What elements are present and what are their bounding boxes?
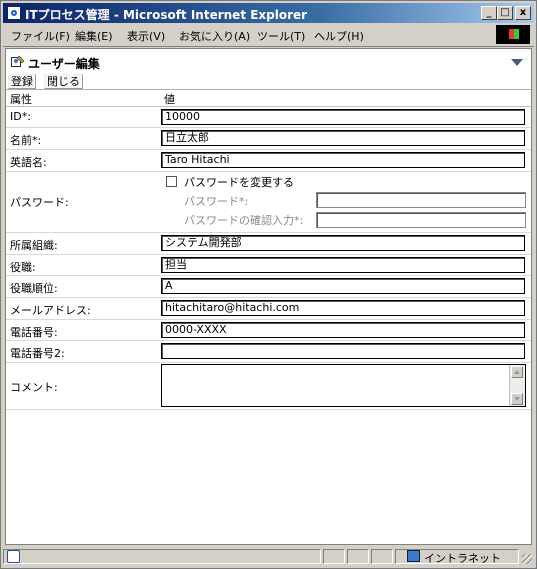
browser-window: ITプロセス管理 - Microsoft Internet Explorer _…	[0, 0, 537, 569]
status-text-cell	[3, 549, 321, 564]
status-cell-3	[371, 549, 393, 564]
action-toolbar: 登録 閉じる	[6, 73, 531, 90]
english-name-input[interactable]: Taro Hitachi	[161, 152, 525, 168]
confirm-password-label: パスワードの確認入力*:	[184, 214, 304, 227]
row-id: ID*: 10000	[6, 107, 531, 128]
new-password-label: パスワード*:	[184, 195, 249, 208]
row-position-rank: 役職順位: A	[6, 276, 531, 298]
row-password: パスワード: パスワードを変更する パスワード*: パスワードの確認入力*:	[6, 172, 531, 233]
row-comment: コメント:	[6, 363, 531, 410]
page-title: ユーザー編集	[28, 57, 100, 71]
menu-favorites[interactable]: お気に入り(A)	[179, 28, 250, 44]
collapse-arrow-icon[interactable]	[511, 59, 523, 66]
row-phone: 電話番号: 0000-XXXX	[6, 320, 531, 341]
zone-text: イントラネット	[424, 552, 501, 565]
organization-input[interactable]: システム開発部	[161, 235, 525, 251]
email-label: メールアドレス:	[10, 304, 91, 317]
phone2-label: 電話番号2:	[10, 347, 65, 360]
intranet-zone-icon	[407, 550, 420, 562]
window-title: ITプロセス管理 - Microsoft Internet Explorer	[25, 8, 308, 22]
english-name-label: 英語名:	[10, 156, 47, 169]
close-page-button[interactable]: 閉じる	[44, 74, 83, 89]
scroll-up-icon[interactable]	[511, 366, 523, 378]
menu-tools[interactable]: ツール(T)	[257, 28, 305, 44]
change-password-label: パスワードを変更する	[184, 176, 294, 189]
ie-icon	[7, 6, 21, 20]
row-position: 役職: 担当	[6, 255, 531, 276]
status-cell-1	[323, 549, 345, 564]
phone2-input[interactable]	[161, 343, 525, 359]
password-label: パスワード:	[10, 196, 69, 209]
windows-logo-icon	[496, 25, 530, 44]
status-bar: イントラネット	[3, 547, 534, 566]
confirm-password-input[interactable]	[316, 212, 526, 228]
row-organization: 所属組織: システム開発部	[6, 233, 531, 255]
position-input[interactable]: 担当	[161, 257, 525, 273]
phone-label: 電話番号:	[10, 326, 58, 339]
name-label: 名前*:	[10, 134, 42, 147]
name-input[interactable]: 日立太郎	[161, 130, 525, 146]
phone-input[interactable]: 0000-XXXX	[161, 322, 525, 338]
close-button[interactable]: x	[515, 6, 531, 20]
menu-file[interactable]: ファイル(F)	[11, 28, 70, 44]
menu-bar: ファイル(F) 編集(E) 表示(V) お気に入り(A) ツール(T) ヘルプ(…	[3, 24, 534, 47]
resize-grip-icon[interactable]	[522, 554, 532, 564]
new-password-input[interactable]	[316, 192, 526, 208]
register-button[interactable]: 登録	[8, 74, 36, 89]
scroll-down-icon[interactable]	[511, 393, 523, 405]
id-input[interactable]: 10000	[161, 109, 525, 125]
value-column-header: 値	[164, 93, 175, 106]
position-rank-label: 役職順位:	[10, 282, 58, 295]
menu-help[interactable]: ヘルプ(H)	[314, 28, 364, 44]
title-bar: ITプロセス管理 - Microsoft Internet Explorer _…	[3, 3, 534, 23]
maximize-button[interactable]: □	[497, 6, 513, 20]
menu-view[interactable]: 表示(V)	[127, 28, 165, 44]
column-header: 属性 値	[6, 90, 531, 107]
position-rank-input[interactable]: A	[161, 278, 525, 294]
row-email: メールアドレス: hitachitaro@hitachi.com	[6, 298, 531, 320]
email-input[interactable]: hitachitaro@hitachi.com	[161, 300, 525, 316]
row-name: 名前*: 日立太郎	[6, 128, 531, 150]
organization-label: 所属組織:	[10, 239, 58, 252]
row-english-name: 英語名: Taro Hitachi	[6, 150, 531, 172]
position-label: 役職:	[10, 261, 36, 274]
minimize-button[interactable]: _	[481, 6, 497, 20]
comment-label: コメント:	[10, 381, 58, 394]
row-phone2: 電話番号2:	[6, 341, 531, 363]
status-cell-2	[347, 549, 369, 564]
comment-textarea[interactable]	[161, 364, 526, 407]
attribute-column-header: 属性	[10, 93, 32, 106]
user-edit-icon	[11, 55, 25, 67]
page-content: ユーザー編集 登録 閉じる 属性 値 ID*: 10000 名前*: 日立太郎 …	[5, 48, 532, 545]
comment-scrollbar[interactable]	[509, 365, 525, 406]
page-header: ユーザー編集	[6, 49, 531, 73]
id-label: ID*:	[10, 110, 31, 123]
menu-edit[interactable]: 編集(E)	[75, 28, 113, 44]
change-password-checkbox[interactable]	[166, 176, 177, 187]
